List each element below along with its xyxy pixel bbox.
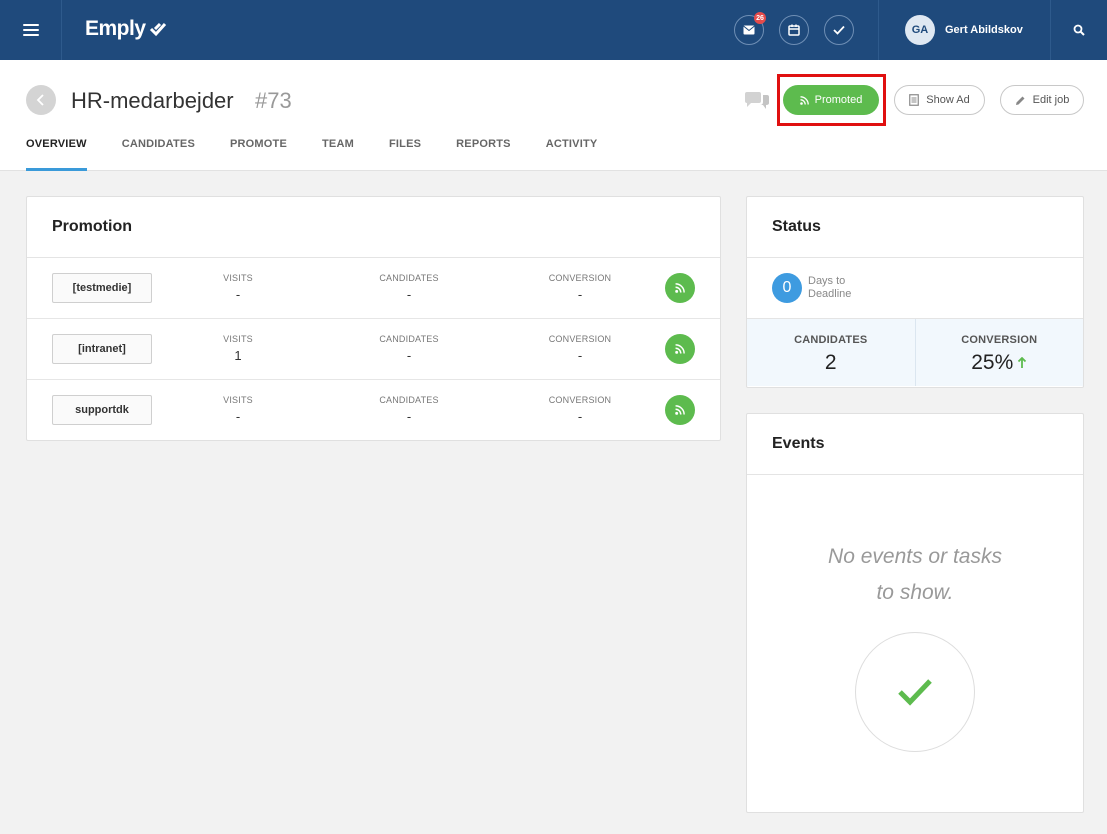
tab-activity[interactable]: ACTIVITY: [546, 138, 598, 171]
tab-promote[interactable]: PROMOTE: [230, 138, 287, 171]
events-card: Events No events or tasks to show.: [746, 413, 1084, 813]
tab-candidates[interactable]: CANDIDATES: [122, 138, 195, 171]
job-number: #73: [255, 88, 292, 113]
comments-icon[interactable]: [744, 91, 770, 116]
chevron-left-icon: [36, 94, 44, 106]
card-title: Promotion: [52, 218, 132, 235]
emply-logo[interactable]: Emply: [85, 17, 167, 41]
medium-button[interactable]: [testmedie]: [52, 273, 152, 303]
candidates-stat: CANDIDATES -: [379, 395, 439, 424]
edit-job-button[interactable]: Edit job: [1000, 85, 1084, 115]
visits-stat: VISITS -: [223, 273, 253, 302]
tab-overview[interactable]: OVERVIEW: [26, 138, 87, 171]
edit-job-label: Edit job: [1032, 94, 1070, 106]
conversion-rate: 25%: [971, 351, 1014, 374]
conversion-metric: CONVERSION 25%: [914, 319, 1084, 386]
promoted-label: Promoted: [814, 94, 863, 106]
show-ad-label: Show Ad: [926, 94, 970, 106]
arrow-up-icon: [1018, 357, 1027, 368]
status-metrics: CANDIDATES 2 CONVERSION 25%: [747, 318, 1083, 386]
status-card: Status 0 Days to Deadline CANDIDATES 2 C…: [746, 196, 1084, 388]
divider: [747, 474, 1083, 475]
checkmark-icon: [833, 25, 845, 35]
user-name: Gert Abildskov: [945, 24, 1023, 36]
notification-badge: 26: [754, 12, 766, 24]
job-tabs: OVERVIEW CANDIDATES PROMOTE TEAM FILES R…: [26, 138, 632, 171]
topbar-divider: [878, 0, 879, 60]
tasks-button[interactable]: [824, 15, 854, 45]
calendar-icon: [788, 24, 800, 36]
candidates-stat: CANDIDATES -: [379, 334, 439, 363]
rss-icon: [799, 95, 809, 105]
hamburger-menu-button[interactable]: [0, 0, 62, 60]
search-icon: [1073, 24, 1085, 36]
search-button[interactable]: [1051, 0, 1107, 60]
pencil-icon: [1015, 96, 1025, 105]
medium-button[interactable]: [intranet]: [52, 334, 152, 364]
table-row: [testmedie] VISITS - CANDIDATES - CONVER…: [27, 258, 720, 319]
checkmark-icon: [898, 679, 932, 706]
table-row: [intranet] VISITS 1 CANDIDATES - CONVERS…: [27, 319, 720, 380]
tab-files[interactable]: FILES: [389, 138, 421, 171]
candidates-stat: CANDIDATES -: [379, 273, 439, 302]
hamburger-icon: [22, 24, 39, 36]
mail-button[interactable]: 26: [734, 12, 766, 45]
page-title: HR-medarbejder: [71, 88, 234, 113]
conversion-stat: CONVERSION -: [548, 273, 612, 302]
divider: [747, 257, 1083, 258]
back-button[interactable]: [26, 85, 56, 115]
promotion-card: Promotion [testmedie] VISITS - CANDIDATE…: [26, 196, 721, 441]
document-icon: [909, 94, 920, 106]
medium-button[interactable]: supportdk: [52, 395, 152, 425]
candidates-metric[interactable]: CANDIDATES 2: [747, 319, 915, 386]
empty-state-illustration: [855, 632, 975, 752]
rss-icon: [675, 283, 685, 293]
table-row: supportdk VISITS - CANDIDATES - CONVERSI…: [27, 380, 720, 441]
rss-button[interactable]: [665, 273, 695, 303]
rss-button[interactable]: [665, 334, 695, 364]
card-title: Status: [772, 218, 821, 235]
calendar-button[interactable]: [779, 15, 809, 45]
user-menu[interactable]: GA Gert Abildskov: [905, 15, 1023, 45]
avatar: GA: [905, 15, 935, 45]
envelope-icon: [743, 25, 755, 35]
top-navigation-bar: Emply 26 GA Gert Abildskov: [0, 0, 1107, 60]
rss-button[interactable]: [665, 395, 695, 425]
rss-icon: [675, 344, 685, 354]
show-ad-button[interactable]: Show Ad: [894, 85, 985, 115]
job-header: HR-medarbejder #73 Promoted Show Ad Edit…: [0, 60, 1107, 171]
empty-state-message: No events or tasks to show.: [828, 545, 1002, 604]
card-title: Events: [772, 435, 825, 452]
conversion-stat: CONVERSION -: [548, 334, 612, 363]
days-to-deadline-label: Days to Deadline: [808, 275, 852, 300]
conversion-stat: CONVERSION -: [548, 395, 612, 424]
promoted-button[interactable]: Promoted: [783, 85, 879, 115]
days-to-deadline-count: 0: [772, 273, 802, 303]
logo-mark-icon: [149, 22, 166, 37]
tab-team[interactable]: TEAM: [322, 138, 354, 171]
logo-text: Emply: [85, 17, 146, 40]
visits-stat: VISITS 1: [223, 334, 253, 363]
tab-reports[interactable]: REPORTS: [456, 138, 511, 171]
visits-stat: VISITS -: [223, 395, 253, 424]
rss-icon: [675, 405, 685, 415]
candidates-count: 2: [824, 351, 837, 374]
